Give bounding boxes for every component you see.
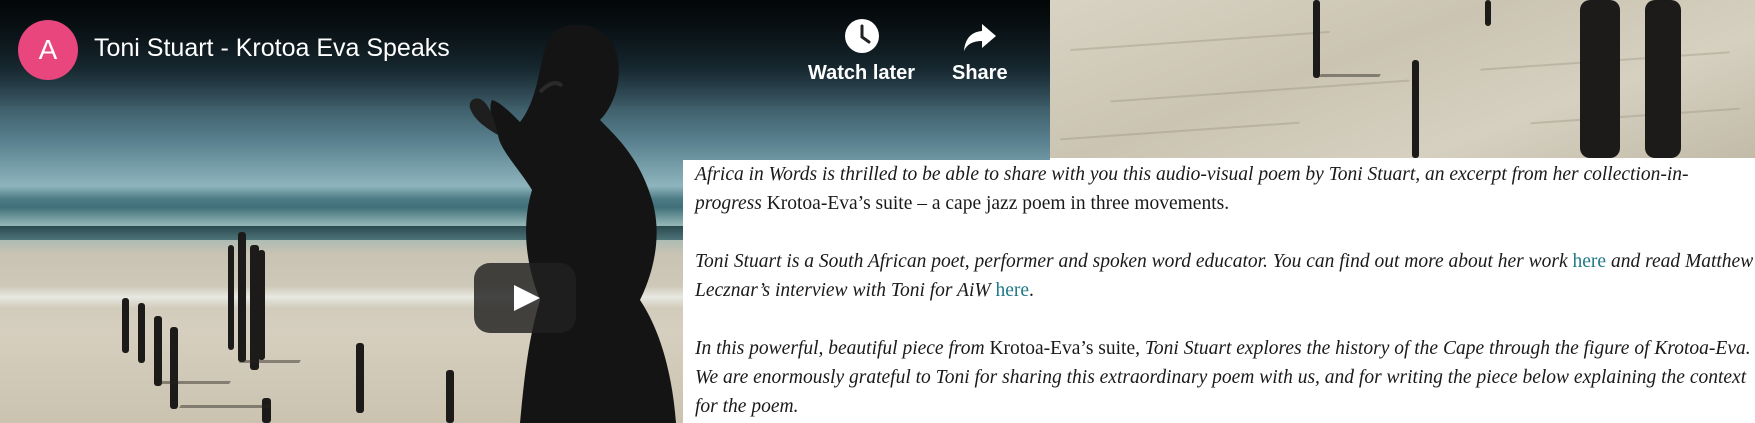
beach-post [1485, 0, 1491, 26]
watch-later-label: Watch later [808, 62, 916, 84]
beach-post [1313, 0, 1320, 78]
article-body: Africa in Words is thrilled to be able t… [683, 160, 1755, 423]
suite-title: Krotoa-Eva’s suite [989, 338, 1136, 359]
beach-post [1412, 60, 1419, 158]
share-label: Share [952, 62, 1008, 84]
context-paragraph: In this powerful, beautiful piece from K… [695, 334, 1755, 421]
video-title[interactable]: Toni Stuart - Krotoa Eva Speaks [94, 34, 450, 63]
bio-link[interactable]: here [1573, 251, 1607, 272]
share-button[interactable]: Share [952, 18, 1008, 85]
dancer-leg [1645, 0, 1681, 158]
period: . [1029, 280, 1034, 301]
interview-link[interactable]: here [995, 280, 1029, 301]
sand-ripple [1060, 121, 1300, 141]
sand-ripple [1110, 79, 1410, 103]
clock-icon [844, 19, 879, 53]
collection-title: Krotoa-Eva’s suite – a cape jazz poem in… [761, 193, 1230, 214]
share-arrow-icon [963, 24, 996, 51]
sand-ripple [1070, 30, 1330, 52]
dancer-leg [1580, 0, 1620, 158]
sand-ripple [1530, 107, 1740, 125]
intro-paragraph: Africa in Words is thrilled to be able t… [695, 160, 1755, 218]
bio-text: Toni Stuart is a South African poet, per… [695, 251, 1573, 272]
channel-avatar[interactable]: A [18, 20, 78, 80]
play-button[interactable] [474, 263, 576, 333]
post-shadow [1319, 74, 1381, 77]
context-text-start: In this powerful, beautiful piece from [695, 338, 990, 359]
watch-later-button[interactable]: Watch later [808, 18, 915, 85]
beach-photo [1050, 0, 1755, 158]
bio-paragraph: Toni Stuart is a South African poet, per… [695, 247, 1755, 305]
play-icon [514, 285, 540, 311]
